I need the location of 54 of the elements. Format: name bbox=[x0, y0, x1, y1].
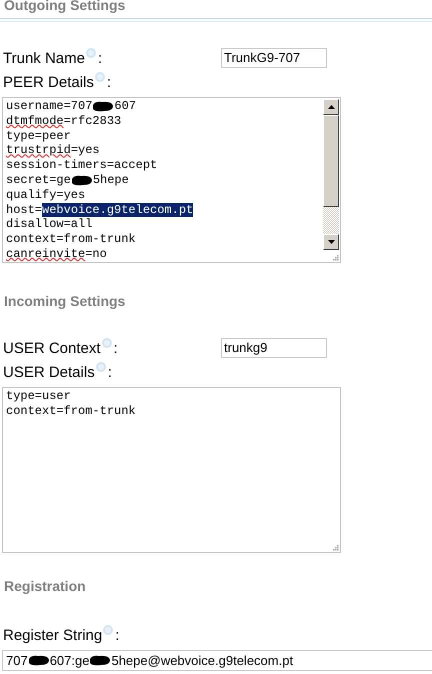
help-icon[interactable] bbox=[96, 362, 106, 372]
line-text: 607 bbox=[114, 99, 136, 114]
line-text: host= bbox=[6, 202, 42, 218]
line-text: trustrpid bbox=[6, 143, 71, 158]
down-arrow-icon bbox=[328, 240, 334, 244]
line-text: 607:ge bbox=[50, 653, 90, 668]
field-label: Register String bbox=[3, 626, 102, 644]
text-area[interactable]: type=user context=from-trunk bbox=[2, 387, 341, 553]
help-icon[interactable] bbox=[102, 338, 112, 348]
redaction-mark bbox=[70, 174, 93, 186]
help-icon[interactable] bbox=[86, 48, 96, 58]
text-field[interactable]: TrunkG9-707 bbox=[221, 48, 327, 68]
line-text: context=from-trunk bbox=[6, 404, 136, 419]
line-text: =rfc2833 bbox=[64, 114, 122, 129]
line-text: context=from-trunk bbox=[6, 232, 136, 247]
label-colon: : bbox=[98, 50, 102, 66]
line-text: username=707 bbox=[6, 99, 92, 114]
resize-grip-icon[interactable] bbox=[331, 253, 339, 261]
text-area[interactable]: username=707 607 dtmfmode=rfc2833 type=peer trustrpid=yes session-timers=accept secret=ge 5hepe qualify=yes host=webvoice.g9telecom.pt disallow=all context=from-trunk canreinvite=no bbox=[2, 97, 341, 263]
label-colon: : bbox=[106, 74, 112, 90]
line-text: qualify=yes bbox=[6, 188, 86, 203]
redaction-mark bbox=[92, 100, 114, 112]
line-text: 5hepe@webvoice.g9telecom.pt bbox=[111, 653, 294, 668]
text-field[interactable]: trunkg9 bbox=[221, 338, 327, 358]
line-text: disallow=all bbox=[6, 217, 92, 232]
line-text: secret=ge bbox=[6, 172, 71, 188]
redaction-mark bbox=[28, 655, 50, 666]
line-text: session-timers=accept bbox=[6, 158, 158, 173]
up-arrow-icon bbox=[328, 105, 334, 109]
help-icon[interactable] bbox=[94, 72, 105, 82]
line-text: type=user bbox=[6, 389, 71, 404]
field-label: USER Context bbox=[3, 340, 101, 356]
text-field[interactable]: 707 607:ge 5hepe@webvoice.g9telecom.pt bbox=[2, 650, 432, 671]
field-label: Trunk Name bbox=[3, 50, 85, 66]
scrollbar[interactable] bbox=[323, 99, 339, 250]
section-heading: Registration bbox=[3, 578, 87, 595]
help-icon[interactable] bbox=[103, 625, 114, 635]
section-heading: Outgoing Settings bbox=[3, 0, 126, 14]
line-text: =no bbox=[85, 246, 107, 262]
resize-grip-icon[interactable] bbox=[331, 543, 339, 551]
line-text: canreinvite bbox=[6, 246, 86, 262]
line-text: 707 bbox=[6, 653, 28, 668]
line-text: dtmfmode bbox=[6, 114, 64, 129]
line-text: =yes bbox=[70, 143, 100, 158]
line-text: type=peer bbox=[6, 128, 71, 144]
label-colon: : bbox=[115, 626, 120, 644]
redaction-mark bbox=[89, 655, 112, 666]
label-colon: : bbox=[114, 340, 118, 356]
field-label: PEER Details bbox=[3, 74, 94, 90]
selected-text: webvoice.g9telecom.pt bbox=[42, 202, 194, 218]
field-label: USER Details bbox=[3, 364, 95, 380]
line-text: 5hepe bbox=[92, 172, 129, 188]
label-colon: : bbox=[108, 364, 112, 380]
section-heading: Incoming Settings bbox=[3, 293, 126, 310]
